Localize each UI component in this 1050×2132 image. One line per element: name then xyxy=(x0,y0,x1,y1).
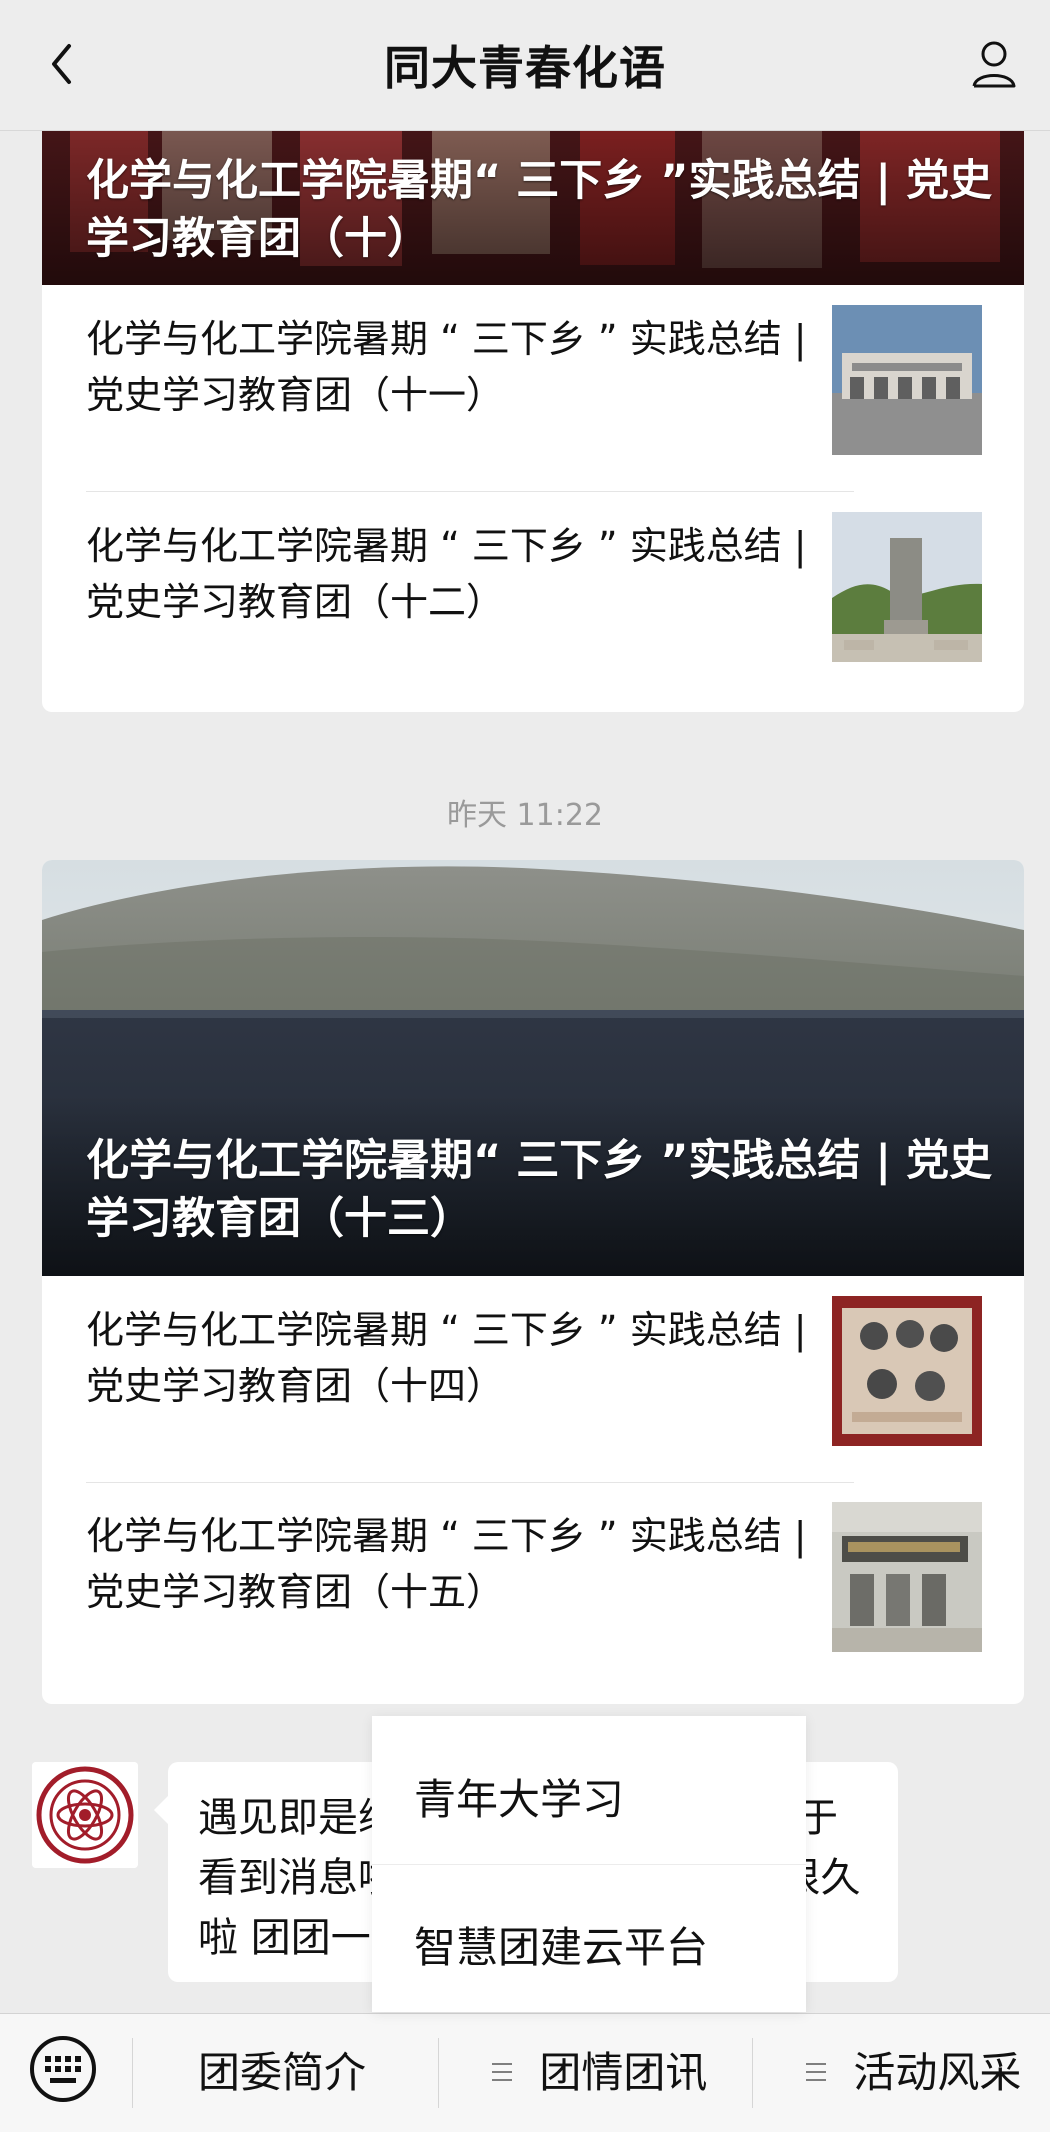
tab-activities[interactable]: 活动风采 xyxy=(806,2014,1021,2132)
tab-league-news[interactable]: 团情团讯 xyxy=(492,2014,707,2132)
article-thumbnail[interactable] xyxy=(832,512,982,662)
tab-label: 团情团讯 xyxy=(539,2048,708,2097)
article-card: 化学与化工学院暑期“ 三下乡 ”实践总结 | 党史学习教育团（十三） 化学与化工… xyxy=(42,860,1024,1704)
article-item[interactable]: 化学与化工学院暑期 “ 三下乡 ” 实践总结 | 党史学习教育团（十一） xyxy=(86,285,1024,475)
banner-title[interactable]: 化学与化工学院暑期“ 三下乡 ”实践总结 | 党史学习教育团（十三） xyxy=(86,1132,996,1248)
content-area: 化学与化工学院暑期“ 三下乡 ”实践总结 | 党史学习教育团（十） 化学与化工学… xyxy=(0,0,1050,2132)
bottom-menu-bar: 团委简介 团情团讯 活动风采 xyxy=(0,2013,1050,2132)
message-timestamp: 昨天 11:22 xyxy=(447,798,603,833)
article-item[interactable]: 化学与化工学院暑期 “ 三下乡 ” 实践总结 | 党史学习教育团（十四） xyxy=(86,1276,1024,1466)
article-item[interactable]: 化学与化工学院暑期 “ 三下乡 ” 实践总结 | 党史学习教育团（十二） xyxy=(86,492,1024,682)
page-title: 同大青春化语 xyxy=(384,41,666,95)
article-card: 化学与化工学院暑期“ 三下乡 ”实践总结 | 党史学习教育团（十） 化学与化工学… xyxy=(42,80,1024,712)
tab-league-intro[interactable]: 团委简介 xyxy=(198,2014,366,2132)
menu-popup: 青年大学习 智慧团建云平台 xyxy=(372,1716,806,2012)
tab-label: 团委简介 xyxy=(198,2048,367,2097)
top-navigation-bar: 同大青春化语 xyxy=(0,0,1050,131)
article-thumbnail[interactable] xyxy=(832,1296,982,1446)
article-title[interactable]: 化学与化工学院暑期 “ 三下乡 ” 实践总结 | 党史学习教育团（十二） xyxy=(86,518,826,630)
article-item[interactable]: 化学与化工学院暑期 “ 三下乡 ” 实践总结 | 党史学习教育团（十五） xyxy=(86,1482,1024,1672)
popup-item-youth-learning[interactable]: 青年大学习 xyxy=(414,1766,774,1827)
menu-separator xyxy=(752,2038,753,2108)
menu-separator xyxy=(132,2038,133,2108)
popup-divider xyxy=(372,1864,806,1865)
tab-label: 活动风采 xyxy=(853,2048,1022,2097)
keyboard-icon[interactable] xyxy=(28,2034,98,2104)
menu-icon xyxy=(806,2062,826,2081)
article-title[interactable]: 化学与化工学院暑期 “ 三下乡 ” 实践总结 | 党史学习教育团（十一） xyxy=(86,311,826,423)
article-banner[interactable]: 化学与化工学院暑期“ 三下乡 ”实践总结 | 党史学习教育团（十三） xyxy=(42,860,1024,1276)
article-thumbnail[interactable] xyxy=(832,1502,982,1652)
article-title[interactable]: 化学与化工学院暑期 “ 三下乡 ” 实践总结 | 党史学习教育团（十五） xyxy=(86,1508,826,1620)
menu-icon xyxy=(492,2062,512,2081)
profile-icon[interactable] xyxy=(962,34,1026,98)
menu-separator xyxy=(438,2038,439,2108)
popup-item-smart-league[interactable]: 智慧团建云平台 xyxy=(414,1914,774,1975)
banner-title[interactable]: 化学与化工学院暑期“ 三下乡 ”实践总结 | 党史学习教育团（十） xyxy=(86,152,996,268)
article-title[interactable]: 化学与化工学院暑期 “ 三下乡 ” 实践总结 | 党史学习教育团（十四） xyxy=(86,1302,826,1414)
article-thumbnail[interactable] xyxy=(832,305,982,455)
avatar[interactable] xyxy=(32,1762,138,1868)
